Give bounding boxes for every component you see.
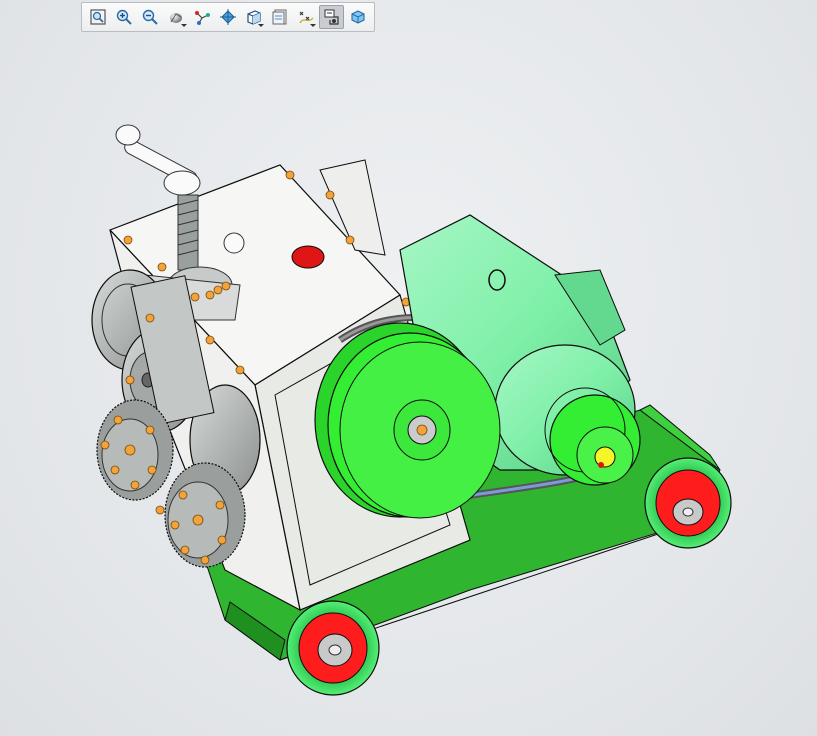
model-viewport[interactable] (0, 0, 817, 736)
front-right-wheel (644, 457, 732, 549)
assembly-model[interactable] (0, 0, 817, 736)
front-left-wheel (286, 600, 380, 696)
